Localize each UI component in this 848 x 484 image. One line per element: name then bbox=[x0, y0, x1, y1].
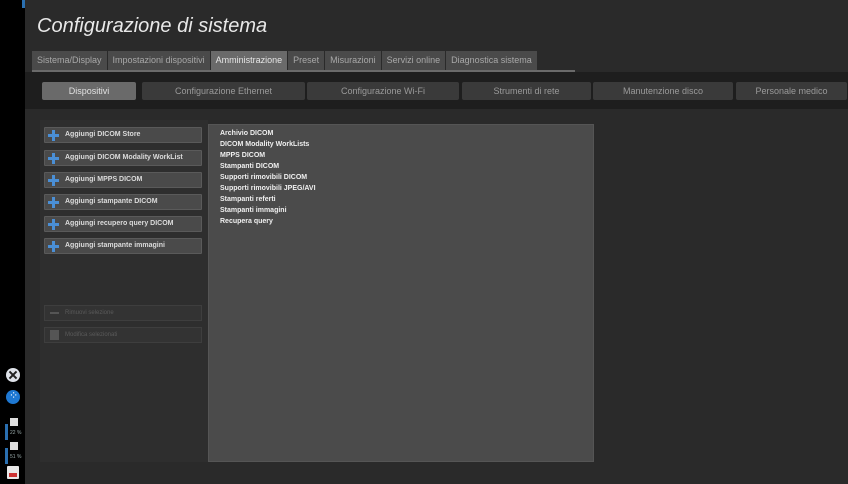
add-dicom-worklist-button[interactable]: Aggiungi DICOM Modality WorkList bbox=[44, 150, 202, 166]
tab-servizi-online[interactable]: Servizi online bbox=[381, 51, 447, 70]
list-item[interactable]: Supporti rimovibili JPEG/AVI bbox=[220, 185, 316, 192]
volume-percent: 51 % bbox=[10, 454, 22, 460]
volume-meter: 51 % bbox=[5, 442, 21, 464]
plus-icon bbox=[48, 175, 59, 186]
minus-icon bbox=[50, 312, 59, 314]
plus-icon bbox=[48, 153, 59, 164]
device-list[interactable]: Archivio DICOM DICOM Modality WorkLists … bbox=[208, 124, 594, 462]
device-actions-panel: Aggiungi DICOM Store Aggiungi DICOM Moda… bbox=[40, 120, 208, 462]
list-item[interactable]: Archivio DICOM bbox=[220, 130, 273, 137]
button-label: Aggiungi recupero query DICOM bbox=[65, 220, 174, 227]
button-label: Rimuovi selezione bbox=[65, 310, 114, 316]
storage-meter: 22 % bbox=[5, 418, 21, 440]
button-label: Aggiungi stampante DICOM bbox=[65, 198, 158, 205]
add-dicom-store-button[interactable]: Aggiungi DICOM Store bbox=[44, 127, 202, 143]
list-item[interactable]: Supporti rimovibili DICOM bbox=[220, 174, 307, 181]
main-tabs: Sistema/Display Impostazioni dispositivi… bbox=[32, 51, 538, 70]
tab-amministrazione[interactable]: Amministrazione bbox=[210, 51, 289, 70]
add-mpps-dicom-button[interactable]: Aggiungi MPPS DICOM bbox=[44, 172, 202, 188]
usb-icon[interactable] bbox=[6, 389, 20, 404]
edit-selected-button[interactable]: Modifica selezionati bbox=[44, 327, 202, 343]
add-query-retrieve-button[interactable]: Aggiungi recupero query DICOM bbox=[44, 216, 202, 232]
close-icon[interactable] bbox=[6, 368, 20, 382]
tab-misurazioni[interactable]: Misurazioni bbox=[325, 51, 382, 70]
button-label: Aggiungi DICOM Modality WorkList bbox=[65, 154, 183, 161]
plus-icon bbox=[48, 130, 59, 141]
subtab-personale-medico[interactable]: Personale medico bbox=[736, 82, 847, 100]
add-dicom-printer-button[interactable]: Aggiungi stampante DICOM bbox=[44, 194, 202, 210]
speaker-icon bbox=[10, 442, 18, 450]
subtab-configurazione-ethernet[interactable]: Configurazione Ethernet bbox=[142, 82, 305, 100]
subtab-configurazione-wifi[interactable]: Configurazione Wi-Fi bbox=[307, 82, 459, 100]
plus-icon bbox=[48, 197, 59, 208]
list-item[interactable]: Stampanti referti bbox=[220, 196, 276, 203]
plus-icon bbox=[48, 219, 59, 230]
plus-icon bbox=[48, 241, 59, 252]
subtab-dispositivi[interactable]: Dispositivi bbox=[42, 82, 136, 100]
system-config-window: Configurazione di sistema Sistema/Displa… bbox=[25, 0, 848, 484]
tab-preset[interactable]: Preset bbox=[288, 51, 326, 70]
list-item[interactable]: DICOM Modality WorkLists bbox=[220, 141, 309, 148]
list-item[interactable]: Recupera query bbox=[220, 218, 273, 225]
subtab-manutenzione-disco[interactable]: Manutenzione disco bbox=[593, 82, 733, 100]
storage-level-bar bbox=[5, 424, 8, 440]
button-label: Modifica selezionati bbox=[65, 332, 118, 338]
button-label: Aggiungi stampante immagini bbox=[65, 242, 165, 249]
button-label: Aggiungi DICOM Store bbox=[65, 131, 141, 138]
storage-icon bbox=[10, 418, 18, 426]
remove-selection-button[interactable]: Rimuovi selezione bbox=[44, 305, 202, 321]
list-item[interactable]: MPPS DICOM bbox=[220, 152, 265, 159]
status-strip: 22 % 51 % bbox=[0, 0, 22, 484]
tab-impostazioni-dispositivi[interactable]: Impostazioni dispositivi bbox=[107, 51, 211, 70]
subtab-bar: Dispositivi Configurazione Ethernet Conf… bbox=[25, 72, 848, 109]
edit-icon bbox=[50, 330, 59, 340]
add-image-printer-button[interactable]: Aggiungi stampante immagini bbox=[44, 238, 202, 254]
list-item[interactable]: Stampanti immagini bbox=[220, 207, 287, 214]
volume-level-bar bbox=[5, 448, 8, 464]
printer-icon[interactable] bbox=[7, 466, 19, 479]
page-title: Configurazione di sistema bbox=[37, 15, 268, 37]
button-label: Aggiungi MPPS DICOM bbox=[65, 176, 143, 183]
storage-percent: 22 % bbox=[10, 430, 22, 436]
subtab-strumenti-di-rete[interactable]: Strumenti di rete bbox=[462, 82, 591, 100]
list-item[interactable]: Stampanti DICOM bbox=[220, 163, 279, 170]
tab-diagnostica-sistema[interactable]: Diagnostica sistema bbox=[446, 51, 538, 70]
tab-sistema-display[interactable]: Sistema/Display bbox=[32, 51, 108, 70]
